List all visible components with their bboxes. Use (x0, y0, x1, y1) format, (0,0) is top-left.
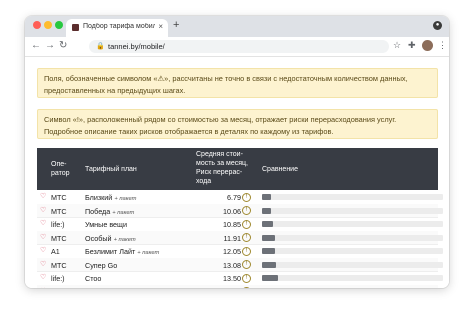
risk-info-icon[interactable]: ! (242, 233, 251, 242)
table-header: Опе­ратор Тарифный план Средняя стои­мос… (37, 148, 438, 190)
row-plan-name[interactable]: Безлимит Лайт + пакет (85, 247, 159, 256)
row-plan-name[interactable]: Близкий + пакет (85, 193, 136, 202)
new-tab-button[interactable]: + (173, 19, 179, 31)
profile-indicator-icon[interactable]: ● (433, 21, 442, 30)
row-plan-name[interactable]: Супер Go (85, 261, 117, 270)
risk-info-icon[interactable]: ! (242, 192, 251, 202)
table-row[interactable]: ♡ МТС Победа + пакет 10.06! (37, 203, 443, 218)
risk-info-icon[interactable]: ! (242, 287, 251, 288)
favorite-heart-icon[interactable]: ♡ (40, 192, 46, 200)
header-compare: Сравнение (262, 166, 298, 173)
row-operator: life:) (51, 220, 65, 229)
table-row[interactable]: ♡ А1 Безлимит Лайт + пакет 12.05! (37, 244, 443, 259)
table-row[interactable]: ♡ life:) Шейк Mini+ пакет 14.09! (37, 284, 438, 289)
page-content: Поля, обозначенные символом «⚠», рассчит… (25, 57, 449, 288)
header-operator[interactable]: Опе­ратор (51, 160, 77, 178)
risk-info-icon[interactable]: ! (242, 273, 251, 283)
compare-bar-fill (262, 221, 273, 227)
row-price: 14.09 (195, 288, 241, 289)
row-price: 6.79 (227, 193, 241, 202)
close-window-button[interactable] (33, 21, 41, 29)
url-text[interactable]: tannei.by/mobile/ (108, 42, 165, 51)
table-row[interactable]: ♡ МТС Близкий + пакет 6.79! (37, 190, 443, 205)
row-price: 11.91 (223, 233, 241, 243)
arrow-right-icon[interactable]: → (45, 40, 55, 51)
address-bar[interactable]: 🔒 tannei.by/mobile/ (89, 40, 389, 53)
row-price: 13.08 (223, 260, 241, 270)
row-plan-suffix: + пакет (112, 209, 135, 216)
compare-bar-track (262, 194, 443, 200)
star-icon[interactable]: ☆ (393, 40, 401, 51)
compare-bar-track (262, 234, 443, 241)
compare-bar-track (262, 261, 443, 268)
lock-icon[interactable]: 🔒 (96, 42, 105, 50)
row-price: 13.50 (223, 274, 241, 283)
arrow-left-icon[interactable]: ← (31, 40, 41, 51)
row-operator: МТС (51, 206, 67, 216)
row-plan-name[interactable]: Шейк Mini+ пакет (85, 288, 142, 289)
title-bar: Подбор тарифа мобильного × + ● (25, 16, 449, 37)
risk-info-icon[interactable]: ! (242, 206, 251, 215)
row-operator: А1 (51, 247, 60, 256)
site-favicon-icon (72, 24, 79, 31)
extensions-icon[interactable]: ✚ (408, 40, 416, 51)
row-plan-name[interactable]: Особый + пакет (85, 234, 136, 243)
favorite-heart-icon[interactable]: ♡ (40, 206, 46, 214)
table-row[interactable]: ♡ МТС Особый + пакет 11.91! (37, 230, 443, 245)
table-row[interactable]: ♡ МТС Супер Go 13.08! (37, 257, 443, 272)
compare-bar-fill (262, 261, 277, 268)
tab-close-icon[interactable]: × (158, 22, 163, 31)
notice-approximate: Поля, обозначенные символом «⚠», рассчит… (37, 68, 438, 98)
header-price[interactable]: Средняя стои­мость за месяц, Риск перера… (196, 150, 252, 186)
reload-icon[interactable]: ↻ (59, 40, 67, 51)
risk-info-icon[interactable]: ! (242, 219, 251, 229)
row-plan-name[interactable]: Умные вещи (85, 220, 127, 229)
row-operator: МТС (51, 233, 67, 243)
row-price: 10.06 (223, 206, 241, 216)
header-plan[interactable]: Тарифный план (85, 165, 137, 174)
row-price: 12.05 (223, 247, 241, 256)
favorite-heart-icon[interactable]: ♡ (40, 246, 46, 254)
compare-bar-fill (262, 207, 272, 214)
compare-bar-track (262, 275, 443, 281)
table-row[interactable]: ♡ life:) Умные вещи 10.85! (37, 217, 443, 232)
browser-toolbar: ← → ↻ 🔒 tannei.by/mobile/ ☆ ✚ ⋮ (25, 37, 449, 57)
avatar[interactable] (422, 40, 433, 51)
row-plan-name[interactable]: Стоо (85, 274, 101, 283)
browser-window: Подбор тарифа мобильного × + ● ← → ↻ 🔒 t… (25, 16, 449, 288)
tab-active[interactable]: Подбор тарифа мобильного × (66, 19, 168, 37)
table-row[interactable]: ♡ life:) Стоо 13.50! (37, 271, 443, 286)
minimize-window-button[interactable] (44, 21, 52, 29)
compare-bar-fill (262, 234, 275, 241)
risk-info-icon[interactable]: ! (242, 246, 251, 256)
favorite-heart-icon[interactable]: ♡ (40, 273, 46, 281)
compare-bar-track (262, 248, 443, 254)
row-plan-suffix: + пакет (137, 250, 160, 256)
compare-bar-track (262, 207, 443, 214)
risk-info-icon[interactable]: ! (242, 260, 251, 269)
favorite-heart-icon[interactable]: ♡ (40, 260, 46, 268)
favorite-heart-icon[interactable]: ♡ (40, 233, 46, 241)
row-operator: МТС (51, 193, 67, 202)
row-operator: life:) (51, 274, 65, 283)
row-operator: МТС (51, 260, 67, 270)
row-plan-suffix: + пакет (114, 196, 137, 202)
row-plan-name[interactable]: Победа + пакет (85, 207, 134, 216)
compare-bar-fill (262, 275, 279, 281)
compare-bar-fill (262, 248, 275, 254)
row-operator: life:) (51, 288, 65, 289)
favorite-heart-icon[interactable]: ♡ (40, 287, 46, 289)
notice-risk: Символ «!», расположенный рядом со стоим… (37, 109, 438, 139)
compare-bar-track (262, 221, 443, 227)
favorite-heart-icon[interactable]: ♡ (40, 219, 46, 227)
menu-icon[interactable]: ⋮ (438, 40, 447, 51)
compare-bar-fill (262, 194, 272, 200)
row-plan-suffix: + пакет (113, 236, 136, 243)
row-price: 10.85 (223, 220, 241, 229)
maximize-window-button[interactable] (55, 21, 63, 29)
tab-title: Подбор тарифа мобильного (83, 23, 155, 30)
